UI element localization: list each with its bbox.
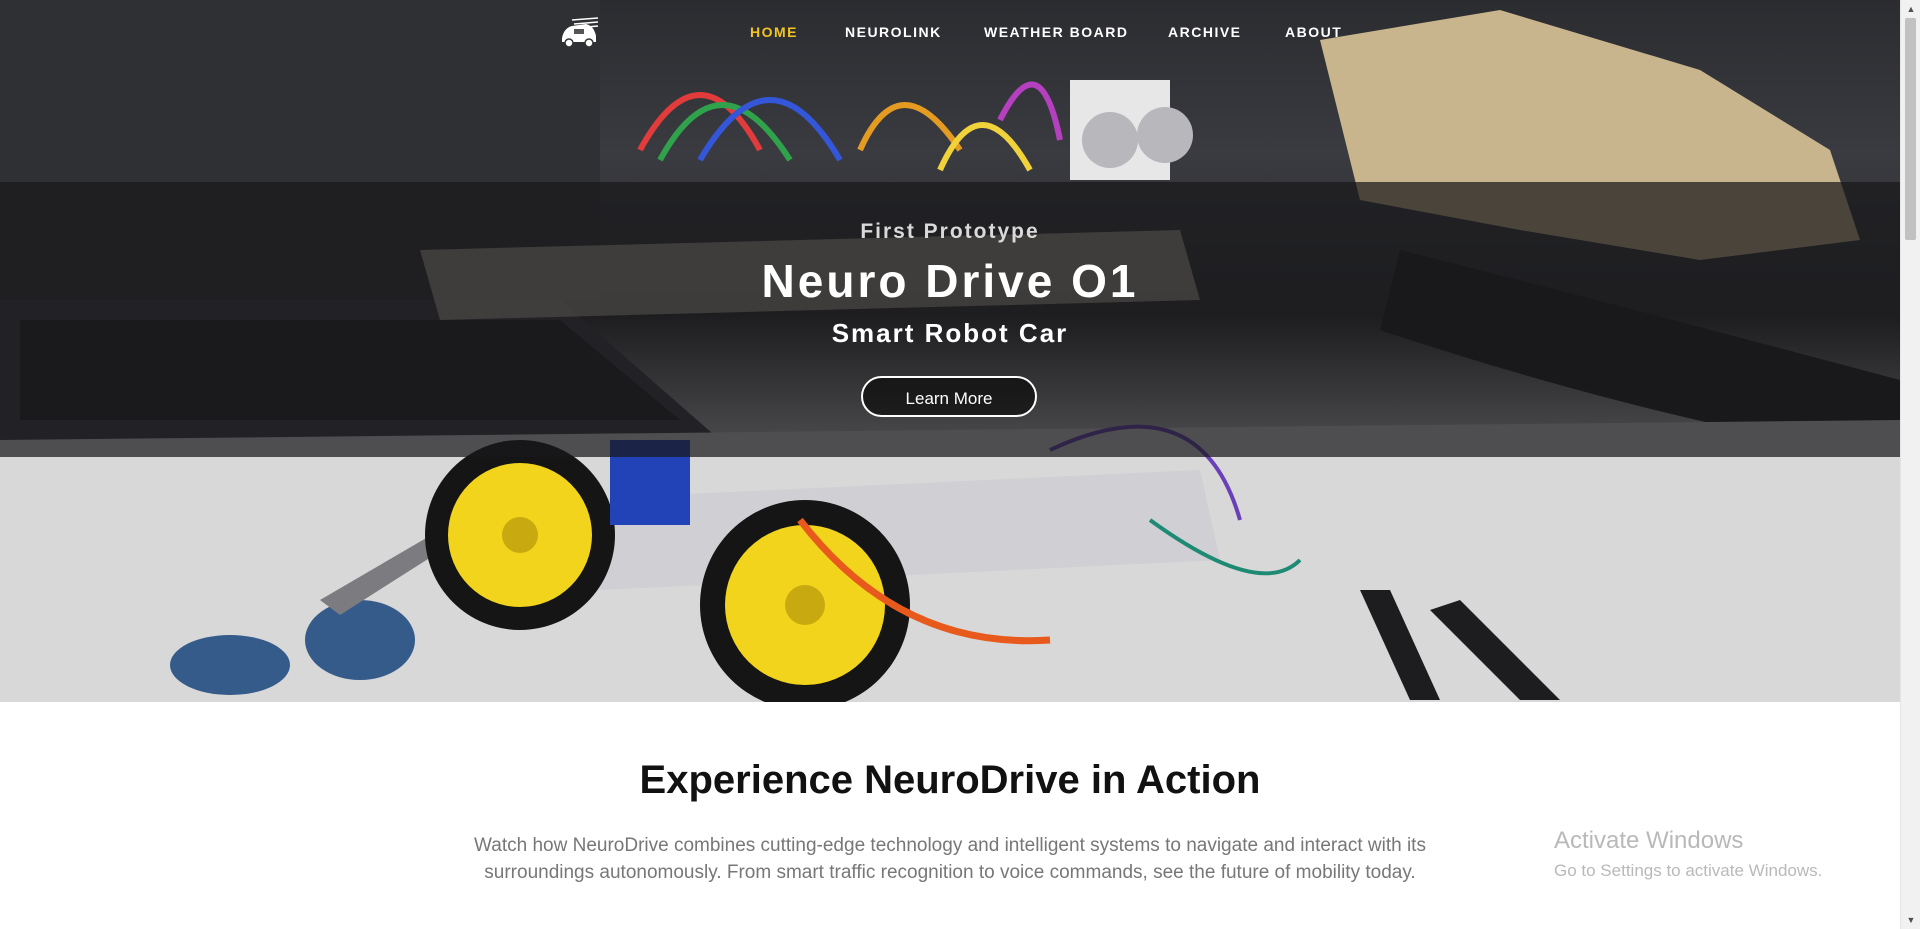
watermark-title: Activate Windows (1554, 827, 1744, 854)
vertical-scrollbar[interactable]: ▲ ▼ (1900, 0, 1920, 929)
hero-section: First Prototype Neuro Drive O1 Smart Rob… (0, 0, 1900, 702)
nav-item-home[interactable]: HOME (750, 24, 798, 40)
page-viewport: First Prototype Neuro Drive O1 Smart Rob… (0, 0, 1900, 929)
nav-item-archive[interactable]: ARCHIVE (1168, 24, 1242, 40)
scrollbar-thumb[interactable] (1905, 18, 1916, 240)
learn-more-button[interactable]: Learn More (861, 376, 1037, 417)
hero-subtitle: Smart Robot Car (831, 318, 1069, 348)
nav-item-about[interactable]: ABOUT (1285, 24, 1342, 40)
section-description: Watch how NeuroDrive combines cutting-ed… (474, 835, 1426, 883)
car-logo-icon[interactable] (558, 14, 600, 50)
scroll-up-arrow-icon[interactable]: ▲ (1901, 0, 1920, 18)
experience-section: Experience NeuroDrive in Action Watch ho… (0, 702, 1900, 929)
nav-item-neurolink[interactable]: NEUROLINK (845, 24, 942, 40)
windows-activation-watermark: Activate Windows Go to Settings to activ… (1554, 827, 1822, 881)
watermark-subtitle: Go to Settings to activate Windows. (1554, 861, 1823, 880)
top-navigation: HOME NEUROLINK WEATHER BOARD ARCHIVE ABO… (0, 0, 1900, 62)
nav-item-weather-board[interactable]: WEATHER BOARD (984, 24, 1128, 40)
section-title: Experience NeuroDrive in Action (639, 758, 1261, 802)
scroll-down-arrow-icon[interactable]: ▼ (1901, 911, 1920, 929)
hero-content: First Prototype Neuro Drive O1 Smart Rob… (0, 182, 1900, 457)
hero-title: Neuro Drive O1 (761, 255, 1139, 307)
hero-kicker: First Prototype (860, 220, 1040, 243)
